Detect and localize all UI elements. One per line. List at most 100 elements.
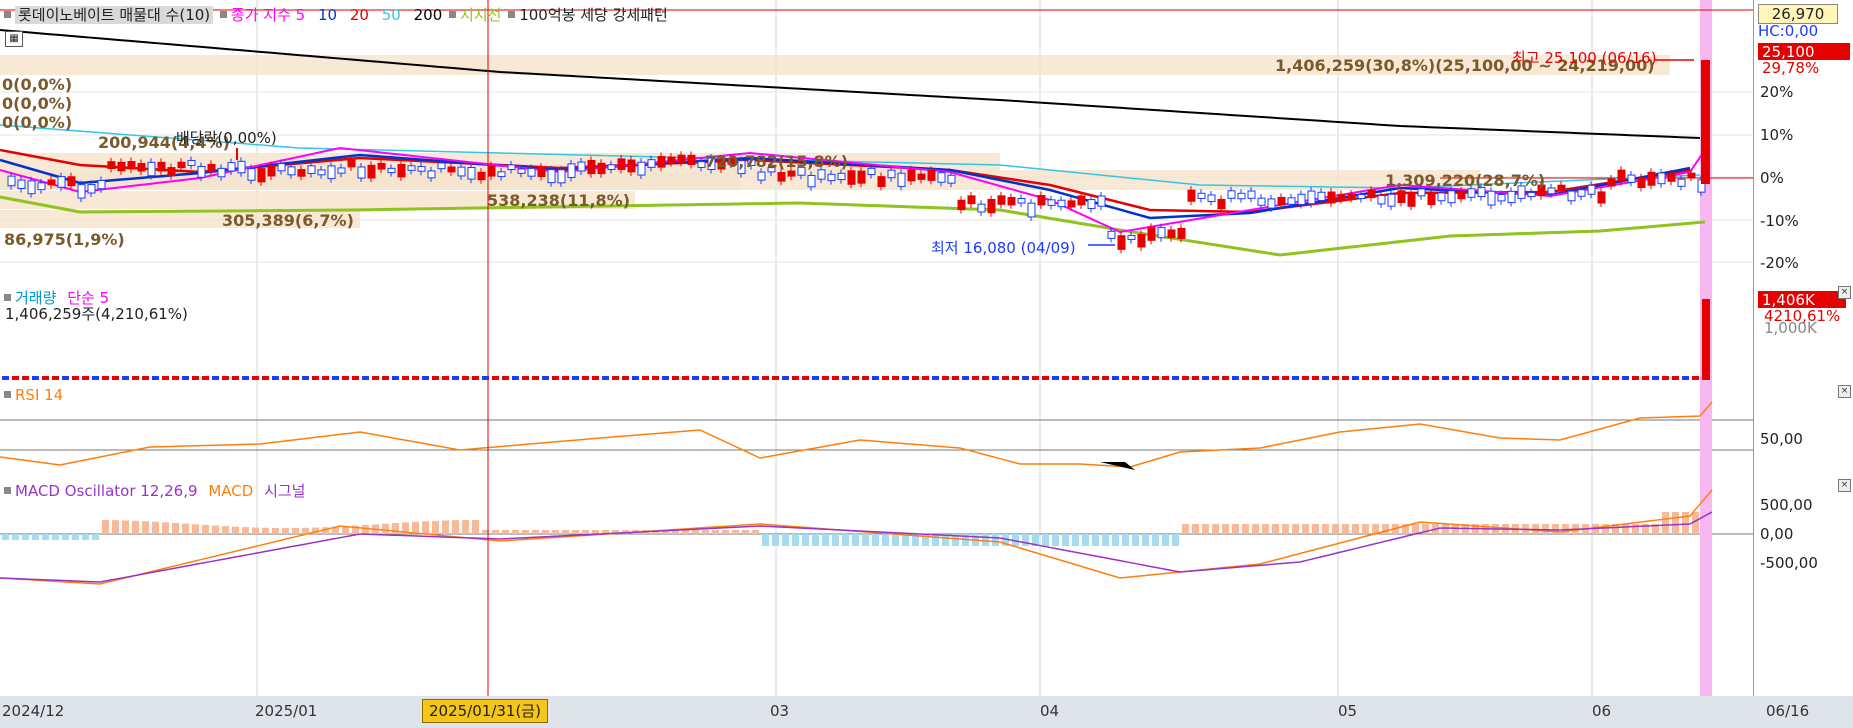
volume-plot-area[interactable] <box>0 283 1753 382</box>
candle <box>967 195 976 205</box>
volume-panel[interactable]: 거래량 단순 5 1,406,259주(4,210,61%) 1,406K 1,… <box>0 283 1853 384</box>
close-icon[interactable]: × <box>1838 286 1851 299</box>
candle <box>1117 235 1126 250</box>
legend-ma-label[interactable]: 종가 지수 5 <box>231 6 305 24</box>
macd-panel[interactable]: MACD Oscillator 12,26,9 MACD 시그널 500,00 … <box>0 476 1853 696</box>
volume-bar <box>1632 376 1639 380</box>
macd-hist-bar <box>1382 524 1389 534</box>
macd-hist-bar <box>702 530 709 534</box>
candle <box>1367 189 1376 198</box>
volume-axis[interactable]: 1,406K 1,000K 4210,61% × <box>1753 283 1853 382</box>
close-icon[interactable]: × <box>1838 385 1851 398</box>
x-axis-label: 05 <box>1338 702 1358 720</box>
candle <box>1037 195 1046 206</box>
candle <box>447 166 456 173</box>
axis-tick: -20% <box>1760 254 1799 272</box>
volume-bar <box>892 376 899 380</box>
macd-hist-bar <box>872 534 879 546</box>
candle <box>817 169 826 180</box>
volume-bar <box>512 376 519 380</box>
macd-hist-bar <box>1072 534 1079 546</box>
legend-ma10: 10 <box>317 6 338 24</box>
volume-bar <box>752 376 759 380</box>
macd-hist-bar <box>182 523 189 534</box>
volume-axis-pct: 4210,61% <box>1764 307 1841 325</box>
macd-hist-bar <box>152 521 159 534</box>
candle <box>277 163 286 172</box>
legend-pattern[interactable]: 100억봉 세당 강세패턴 <box>519 6 668 24</box>
volume-bar <box>1202 376 1209 380</box>
volume-bar <box>122 376 129 380</box>
candle <box>87 184 96 194</box>
volume-bar <box>982 376 989 380</box>
macd-hist-bar <box>432 520 439 534</box>
volume-bar <box>1532 376 1539 380</box>
candle <box>507 164 516 171</box>
rsi-chart[interactable] <box>0 382 1753 476</box>
candle <box>1237 192 1246 200</box>
volume-legend: 거래량 단순 5 <box>2 287 109 308</box>
macd-plot-area[interactable] <box>0 476 1753 696</box>
volume-bar <box>262 376 269 380</box>
macd-hist-bar <box>512 530 519 534</box>
candle <box>1497 193 1506 202</box>
volume-chart[interactable] <box>0 283 1753 382</box>
legend-macd-osc[interactable]: MACD Oscillator 12,26,9 <box>15 482 198 500</box>
macd-hist-bar <box>1102 534 1109 546</box>
legend-rsi[interactable]: RSI 14 <box>15 386 63 404</box>
volume-bar <box>202 376 209 380</box>
rsi-plot-area[interactable] <box>0 382 1753 476</box>
volume-bar <box>662 376 669 380</box>
x-axis-label: 2024/12 <box>2 702 65 720</box>
legend-signal[interactable]: 시그널 <box>264 482 305 500</box>
candle <box>637 161 646 176</box>
legend-volume[interactable]: 거래량 <box>15 289 56 307</box>
volume-bar <box>432 376 439 380</box>
candle <box>1677 178 1686 187</box>
macd-hist-bar <box>242 527 249 534</box>
candle <box>1507 190 1516 204</box>
candle <box>187 159 196 166</box>
macd-axis[interactable]: 500,00 0,00 -500,00 × <box>1753 476 1853 696</box>
macd-hist-bar <box>1202 524 1209 534</box>
legend-macd[interactable]: MACD <box>208 482 253 500</box>
candle <box>217 167 226 178</box>
candle <box>157 161 166 172</box>
candle <box>547 169 556 184</box>
candle <box>1327 191 1336 204</box>
rsi-panel[interactable]: RSI 14 50,00 × <box>0 382 1853 478</box>
legend-volume-ma[interactable]: 단순 5 <box>67 289 109 307</box>
macd-hist-bar <box>822 534 829 546</box>
legend-trend[interactable]: 지지선 <box>460 6 501 24</box>
candle <box>97 180 106 190</box>
candle <box>337 167 346 174</box>
table-icon[interactable]: ▦ <box>5 31 23 47</box>
low-price-label: 최저 16,080 (04/09) <box>931 239 1076 257</box>
candle <box>657 156 666 168</box>
volume-bar <box>152 376 159 380</box>
candle <box>367 164 376 179</box>
volume-bar <box>802 376 809 380</box>
candle <box>257 168 266 183</box>
x-axis[interactable]: 2024/12 2025/01 03 04 05 06 06/16 2025/0… <box>0 696 1853 728</box>
volume-bar <box>992 376 999 380</box>
candle <box>697 161 706 168</box>
close-icon[interactable]: × <box>1838 479 1851 492</box>
macd-chart[interactable] <box>0 476 1753 696</box>
candle <box>77 184 86 199</box>
volume-bar <box>592 376 599 380</box>
candle <box>1427 193 1436 206</box>
volume-bar <box>192 376 199 380</box>
volume-bar <box>1392 376 1399 380</box>
volume-bar <box>422 376 429 380</box>
candle <box>897 172 906 187</box>
candle <box>1597 191 1606 204</box>
price-axis[interactable]: 26,970 HC:0,00 25,100 29,78% 20% 10% 0% … <box>1753 0 1853 283</box>
macd-hist-bar <box>72 534 79 540</box>
candle <box>1137 234 1146 248</box>
rsi-axis[interactable]: 50,00 × <box>1753 382 1853 476</box>
volume-bar <box>972 376 979 380</box>
high-price-label: 최고 25,100 (06/16) <box>1512 49 1657 67</box>
price-panel[interactable]: 롯데이노베이트 매물대 수(10) 종가 지수 5 10 20 50 200 지… <box>0 0 1853 285</box>
legend-title[interactable]: 롯데이노베이트 매물대 수(10) <box>15 6 214 24</box>
